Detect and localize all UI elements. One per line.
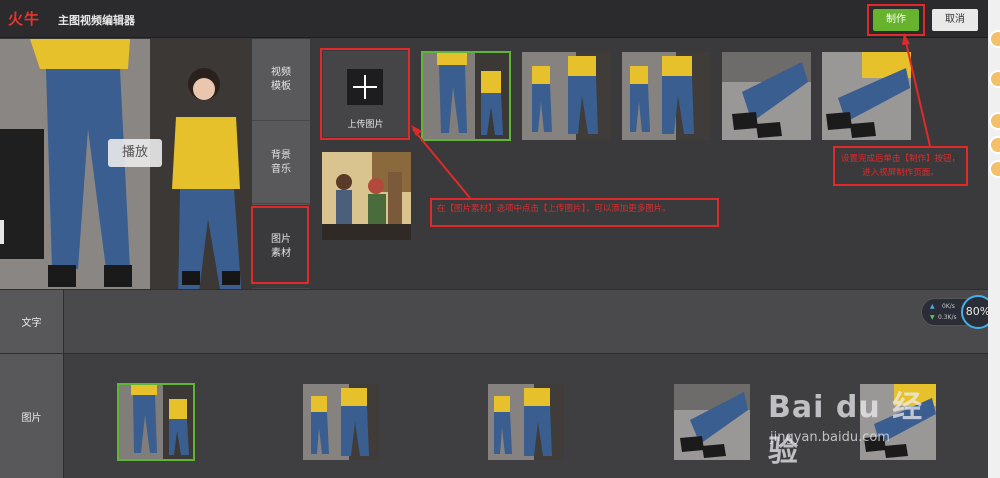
timeline-thumb[interactable]	[303, 384, 379, 460]
image-track-label: 图片	[0, 354, 64, 478]
video-editor-window: 火牛 主图视频编辑器 制作 取消 播放 视频 模板 背景 音乐 图片 素材 上传…	[0, 0, 1000, 478]
thumb-image	[674, 384, 750, 460]
thumb-image	[303, 384, 379, 460]
side-avatar-icon[interactable]	[989, 112, 1000, 130]
thumb-image	[860, 384, 936, 460]
timeline-thumb[interactable]	[860, 384, 936, 460]
timeline-thumb[interactable]	[674, 384, 750, 460]
side-avatar-icon[interactable]	[989, 136, 1000, 154]
upload-arrow-icon: ▲	[930, 303, 935, 310]
download-arrow-icon: ▼	[930, 314, 935, 321]
side-avatar-icon[interactable]	[989, 30, 1000, 48]
side-avatar-icon[interactable]	[989, 70, 1000, 88]
thumb-image	[119, 385, 193, 459]
timeline-thumb[interactable]	[117, 383, 195, 461]
download-speed: 0.3K/s	[938, 314, 957, 321]
upload-speed: 0K/s	[942, 303, 955, 310]
text-track: 文字	[0, 289, 988, 353]
text-track-label: 文字	[0, 290, 64, 353]
timeline-thumb[interactable]	[488, 384, 564, 460]
side-avatar-icon[interactable]	[989, 160, 1000, 178]
thumb-image	[488, 384, 564, 460]
